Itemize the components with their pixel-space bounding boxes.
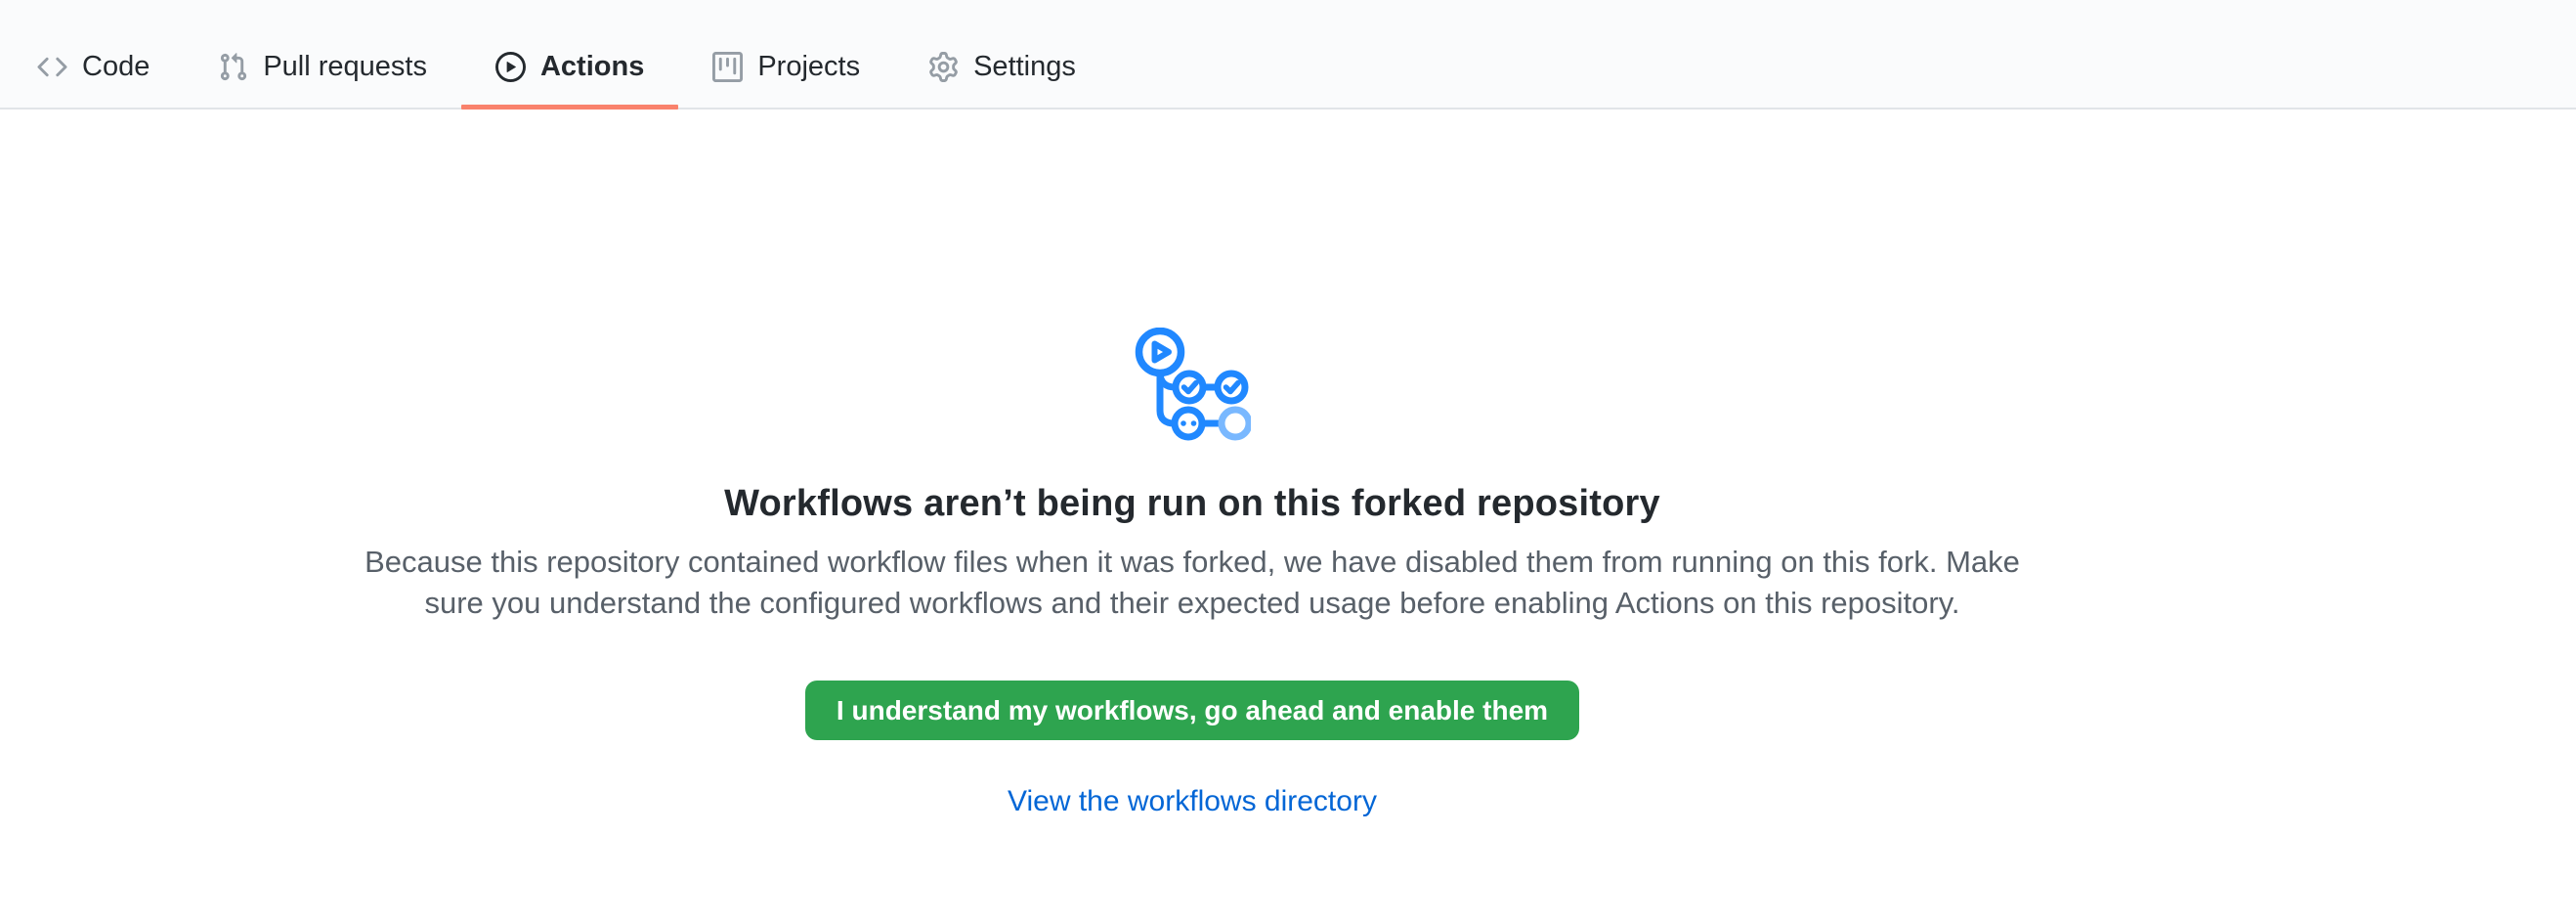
workflow-trigger — [1139, 331, 1181, 374]
code-icon — [37, 52, 67, 82]
tab-label: Settings — [973, 52, 1076, 82]
tab-label: Pull requests — [263, 52, 427, 82]
play-icon — [495, 52, 526, 82]
workflow-step-running — [1175, 410, 1202, 437]
tab-projects[interactable]: Projects — [678, 0, 894, 108]
tab-code[interactable]: Code — [3, 0, 184, 108]
view-workflows-directory-link[interactable]: View the workflows directory — [1008, 781, 1377, 822]
tab-label: Actions — [540, 52, 644, 82]
workflow-step-pending — [1222, 410, 1249, 437]
description: Because this repository contained workfl… — [365, 542, 2020, 624]
project-icon — [712, 52, 743, 82]
workflow-graph-icon — [1134, 328, 1251, 445]
actions-disabled-blankslate: Workflows aren’t being run on this forke… — [0, 110, 2384, 822]
git-pull-request-icon — [218, 52, 248, 82]
tab-pull-requests[interactable]: Pull requests — [184, 0, 461, 108]
tab-actions[interactable]: Actions — [461, 0, 678, 108]
tab-label: Projects — [757, 52, 860, 82]
description-line-2: sure you understand the configured workf… — [365, 583, 2020, 624]
repo-tab-nav: Code Pull requests Actions Projects Sett… — [0, 0, 2576, 110]
page-title: Workflows aren’t being run on this forke… — [724, 479, 1660, 528]
tab-label: Code — [82, 52, 150, 82]
description-line-1: Because this repository contained workfl… — [365, 542, 2020, 583]
tab-settings[interactable]: Settings — [894, 0, 1110, 108]
enable-workflows-button[interactable]: I understand my workflows, go ahead and … — [805, 681, 1579, 740]
gear-icon — [928, 52, 959, 82]
